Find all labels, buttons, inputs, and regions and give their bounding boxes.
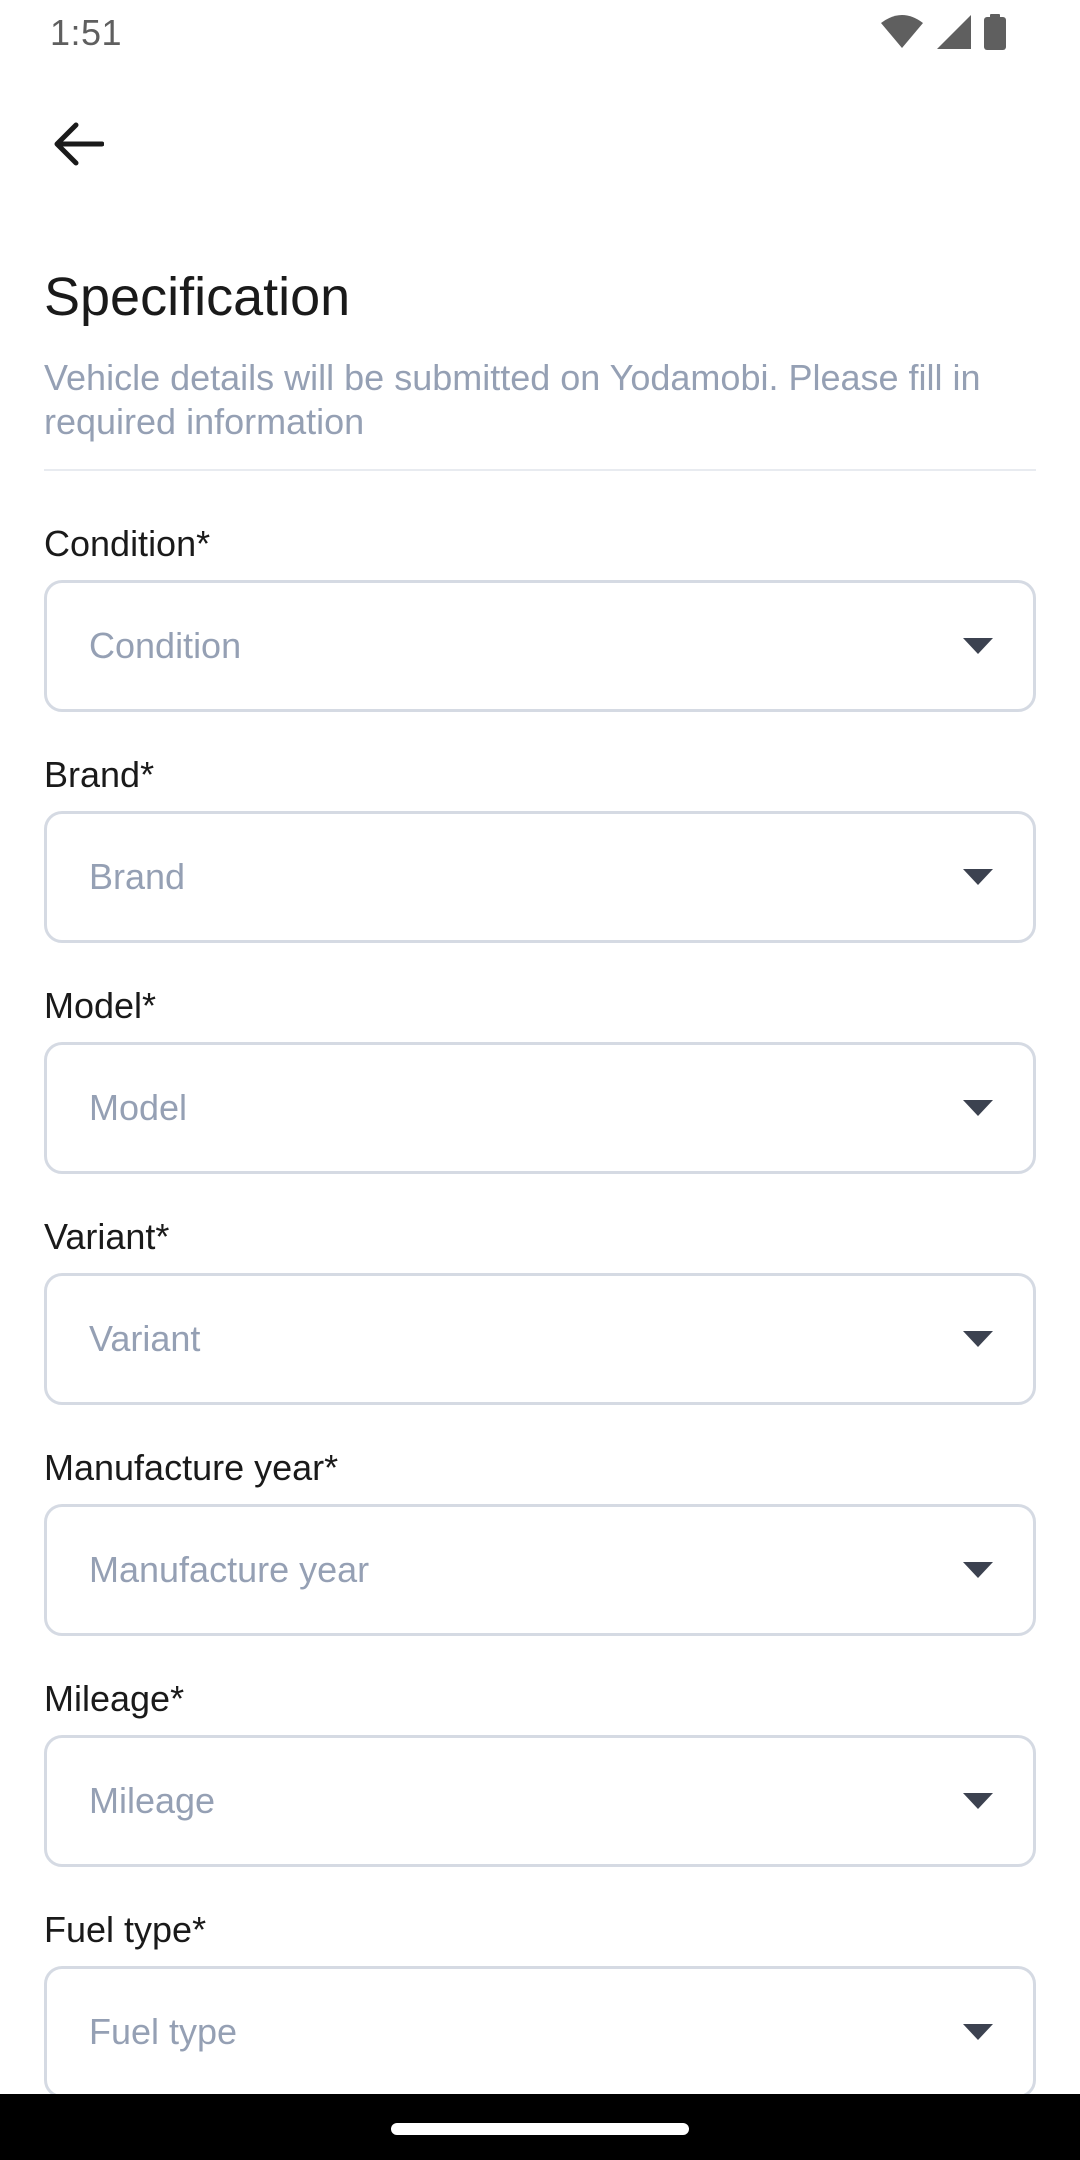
model-label: Model* [44, 985, 157, 1026]
chevron-down-icon [963, 638, 993, 654]
variant-select[interactable]: Variant [44, 1273, 1036, 1405]
status-bar: 1:51 [0, 0, 1080, 66]
brand-select[interactable]: Brand [44, 811, 1036, 943]
model-select[interactable]: Model [44, 1042, 1036, 1174]
home-indicator[interactable] [391, 2123, 689, 2135]
condition-label: Condition* [44, 523, 211, 564]
manufacture-year-field: Manufacture year* Manufacture year [44, 1446, 1036, 1636]
mileage-field: Mileage* Mileage [44, 1677, 1036, 1867]
manufacture-year-select[interactable]: Manufacture year [44, 1504, 1036, 1636]
condition-field: Condition* Condition [44, 522, 1036, 712]
screen: 1:51 Specification Vehicle details will … [0, 0, 1080, 2160]
variant-field: Variant* Variant [44, 1215, 1036, 1405]
status-icons [880, 14, 1006, 50]
brand-field: Brand* Brand [44, 753, 1036, 943]
chevron-down-icon [963, 1562, 993, 1578]
manufacture-year-label: Manufacture year* [44, 1447, 339, 1488]
page-subtitle: Vehicle details will be submitted on Yod… [44, 357, 981, 442]
header-divider [44, 469, 1036, 471]
page-title: Specification [44, 267, 351, 327]
mileage-select[interactable]: Mileage [44, 1735, 1036, 1867]
brand-placeholder: Brand [89, 856, 186, 897]
chevron-down-icon [963, 1100, 993, 1116]
fuel-type-field: Fuel type* Fuel type [44, 1908, 1036, 2098]
chevron-down-icon [963, 1331, 993, 1347]
condition-placeholder: Condition [89, 625, 242, 666]
model-placeholder: Model [89, 1087, 188, 1128]
battery-icon [984, 14, 1006, 50]
model-field: Model* Model [44, 984, 1036, 1174]
signal-icon [937, 15, 971, 49]
condition-select[interactable]: Condition [44, 580, 1036, 712]
manufacture-year-placeholder: Manufacture year [89, 1549, 370, 1590]
back-button[interactable] [40, 106, 116, 182]
system-nav-bar [0, 2094, 1080, 2160]
wifi-icon [881, 15, 923, 48]
fuel-type-select[interactable]: Fuel type [44, 1966, 1036, 2098]
variant-label: Variant* [44, 1216, 170, 1257]
variant-placeholder: Variant [89, 1318, 201, 1359]
fuel-type-placeholder: Fuel type [89, 2011, 238, 2052]
status-time: 1:51 [50, 12, 123, 53]
mileage-label: Mileage* [44, 1678, 185, 1719]
fuel-type-label: Fuel type* [44, 1909, 207, 1950]
arrow-left-icon [54, 122, 104, 166]
brand-label: Brand* [44, 754, 155, 795]
chevron-down-icon [963, 869, 993, 885]
chevron-down-icon [963, 2024, 993, 2040]
mileage-placeholder: Mileage [89, 1780, 216, 1821]
chevron-down-icon [963, 1793, 993, 1809]
